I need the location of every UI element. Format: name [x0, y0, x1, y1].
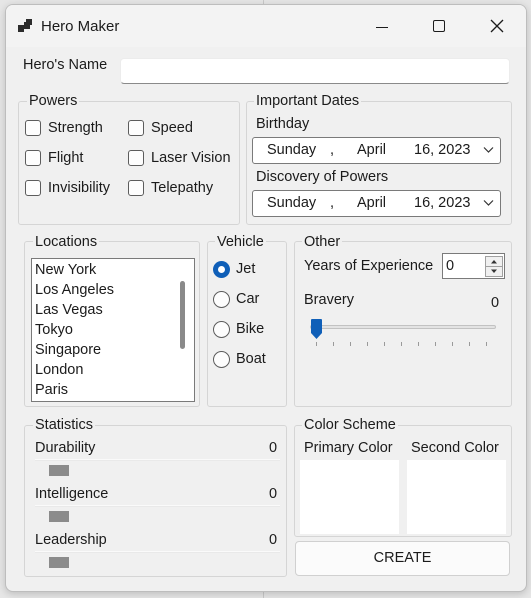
checkbox-box[interactable]: [128, 150, 144, 166]
locations-title: Locations: [33, 234, 100, 250]
birthday-label: Birthday: [256, 116, 310, 132]
hero-name-label: Hero's Name: [23, 57, 108, 73]
other-title: Other: [302, 234, 343, 250]
close-button[interactable]: [468, 5, 526, 47]
radio-label: Boat: [236, 351, 266, 367]
checkbox-label: Laser Vision: [151, 150, 231, 166]
important-dates-title: Important Dates: [254, 93, 362, 109]
app-icon: [18, 19, 34, 33]
hero-name-input[interactable]: [120, 58, 510, 84]
radio-button[interactable]: [213, 291, 230, 308]
intelligence-track: [35, 505, 280, 507]
radio-button[interactable]: [213, 321, 230, 338]
chevron-down-icon[interactable]: [483, 199, 494, 207]
spin-down-button[interactable]: [485, 266, 503, 277]
durability-value: 0: [269, 440, 278, 456]
leadership-label: Leadership: [35, 532, 107, 548]
list-item[interactable]: Las Vegas: [35, 302, 103, 318]
chevron-down-icon[interactable]: [483, 146, 494, 154]
birthday-date-picker[interactable]: Sunday , April 16, 2023: [252, 137, 501, 164]
title-bar[interactable]: Hero Maker: [6, 5, 526, 47]
checkbox-label: Speed: [151, 120, 193, 136]
intelligence-label: Intelligence: [35, 486, 109, 502]
intelligence-bar: [49, 511, 69, 522]
radio-label: Bike: [236, 321, 265, 337]
list-item[interactable]: Paris: [35, 382, 68, 398]
discovery-label: Discovery of Powers: [256, 169, 389, 185]
durability-label: Durability: [35, 440, 96, 456]
arrow-down-icon: [491, 269, 497, 273]
checkbox-box[interactable]: [25, 120, 41, 136]
list-item[interactable]: New York: [35, 262, 96, 278]
leadership-value: 0: [269, 532, 278, 548]
experience-label: Years of Experience: [304, 258, 434, 274]
list-item[interactable]: Tokyo: [35, 322, 73, 338]
primary-color-swatch[interactable]: [300, 460, 399, 534]
list-item[interactable]: Singapore: [35, 342, 101, 358]
locations-listbox[interactable]: New York Los Angeles Las Vegas Tokyo Sin…: [31, 258, 195, 402]
second-color-swatch[interactable]: [407, 460, 506, 534]
durability-bar: [49, 465, 69, 476]
list-item[interactable]: London: [35, 362, 83, 378]
checkbox-label: Telepathy: [151, 180, 214, 196]
checkbox-box[interactable]: [128, 120, 144, 136]
bravery-value: 0: [491, 295, 500, 311]
powers-group-title: Powers: [27, 93, 80, 109]
vehicle-title: Vehicle: [215, 234, 266, 250]
maximize-icon: [433, 20, 445, 32]
checkbox-box[interactable]: [25, 150, 41, 166]
checkbox-label: Strength: [48, 120, 103, 136]
radio-label: Car: [236, 291, 260, 307]
statistics-title: Statistics: [33, 417, 96, 433]
checkbox-box[interactable]: [25, 180, 41, 196]
bravery-label: Bravery: [304, 292, 354, 308]
durability-track: [35, 459, 280, 461]
close-icon: [490, 19, 504, 33]
leadership-track: [35, 551, 280, 553]
radio-label: Jet: [236, 261, 256, 277]
create-button[interactable]: CREATE: [295, 541, 510, 576]
window-title: Hero Maker: [41, 18, 120, 35]
discovery-date-picker[interactable]: Sunday , April 16, 2023: [252, 190, 501, 217]
minimize-button[interactable]: [352, 5, 410, 47]
list-scrollbar-thumb[interactable]: [180, 281, 185, 349]
bravery-slider-track[interactable]: [310, 325, 496, 329]
checkbox-label: Flight: [48, 150, 84, 166]
intelligence-value: 0: [269, 486, 278, 502]
radio-button-selected[interactable]: [213, 261, 230, 278]
arrow-up-icon: [491, 260, 497, 264]
checkbox-box[interactable]: [128, 180, 144, 196]
bravery-slider-thumb[interactable]: [311, 319, 322, 339]
color-scheme-title: Color Scheme: [302, 417, 398, 433]
checkbox-label: Invisibility: [48, 180, 111, 196]
second-color-label: Second Color: [411, 440, 499, 456]
radio-button[interactable]: [213, 351, 230, 368]
hero-maker-window: Hero Maker Hero's Name Powers Strength S…: [5, 4, 527, 592]
primary-color-label: Primary Color: [304, 440, 393, 456]
minimize-icon: [376, 27, 388, 28]
list-item[interactable]: Los Angeles: [35, 282, 114, 298]
leadership-bar: [49, 557, 69, 568]
maximize-button[interactable]: [410, 5, 468, 47]
experience-numeric-input[interactable]: 0: [442, 253, 505, 279]
